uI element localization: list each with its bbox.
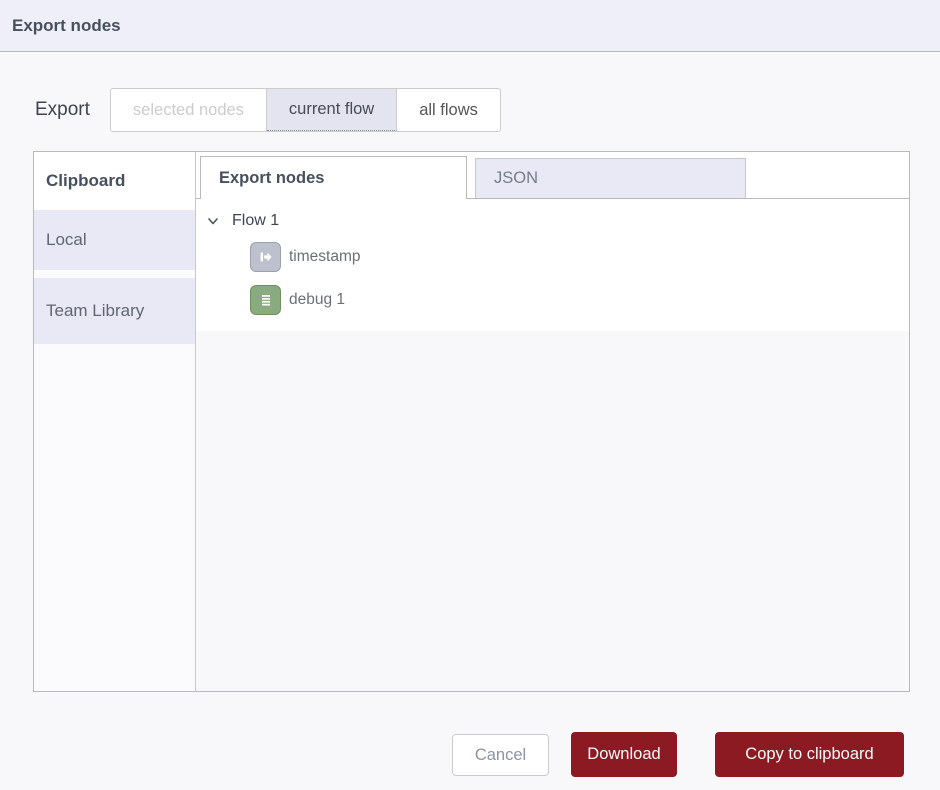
debug-node-icon — [250, 285, 281, 315]
library-sidebar: Clipboard Local Team Library — [34, 152, 196, 691]
sidebar-section-clipboard[interactable]: Clipboard — [34, 152, 195, 210]
tab-export-nodes[interactable]: Export nodes — [200, 156, 467, 199]
sidebar-item-local[interactable]: Local — [34, 210, 195, 270]
tab-export-nodes-label: Export nodes — [219, 169, 324, 188]
library-panel: Clipboard Local Team Library Export node… — [33, 151, 910, 692]
export-tabbar: Export nodes JSON — [196, 152, 909, 199]
library-content: Export nodes JSON Flow 1 — [196, 152, 909, 691]
tab-json[interactable]: JSON — [475, 158, 746, 198]
export-current-flow-button[interactable]: current flow — [267, 89, 397, 131]
copy-to-clipboard-button[interactable]: Copy to clipboard — [715, 732, 904, 777]
tree-row-flow[interactable]: Flow 1 — [196, 207, 909, 235]
cancel-button[interactable]: Cancel — [452, 734, 549, 776]
dialog-title: Export nodes — [12, 16, 121, 36]
dialog-header: Export nodes — [0, 0, 940, 52]
node-tree-rows: Flow 1 timestamp — [196, 199, 909, 331]
export-selected-nodes-button[interactable]: selected nodes — [111, 89, 267, 131]
tree-row-node-timestamp[interactable]: timestamp — [196, 235, 909, 278]
flow-label: Flow 1 — [232, 212, 279, 230]
sidebar-item-team-library[interactable]: Team Library — [34, 278, 195, 344]
export-scope-label: Export — [35, 99, 90, 121]
inject-node-icon — [250, 242, 281, 272]
node-label: timestamp — [289, 248, 361, 266]
export-scope-group: selected nodes current flow all flows — [110, 88, 501, 132]
tab-json-label: JSON — [494, 169, 538, 188]
download-button[interactable]: Download — [571, 732, 677, 777]
chevron-down-icon[interactable] — [206, 214, 220, 228]
node-tree: Flow 1 timestamp — [196, 199, 909, 691]
export-scope-row: Export selected nodes current flow all f… — [35, 88, 501, 132]
export-all-flows-button[interactable]: all flows — [397, 89, 500, 131]
node-label: debug 1 — [289, 291, 345, 309]
tree-row-node-debug[interactable]: debug 1 — [196, 278, 909, 321]
